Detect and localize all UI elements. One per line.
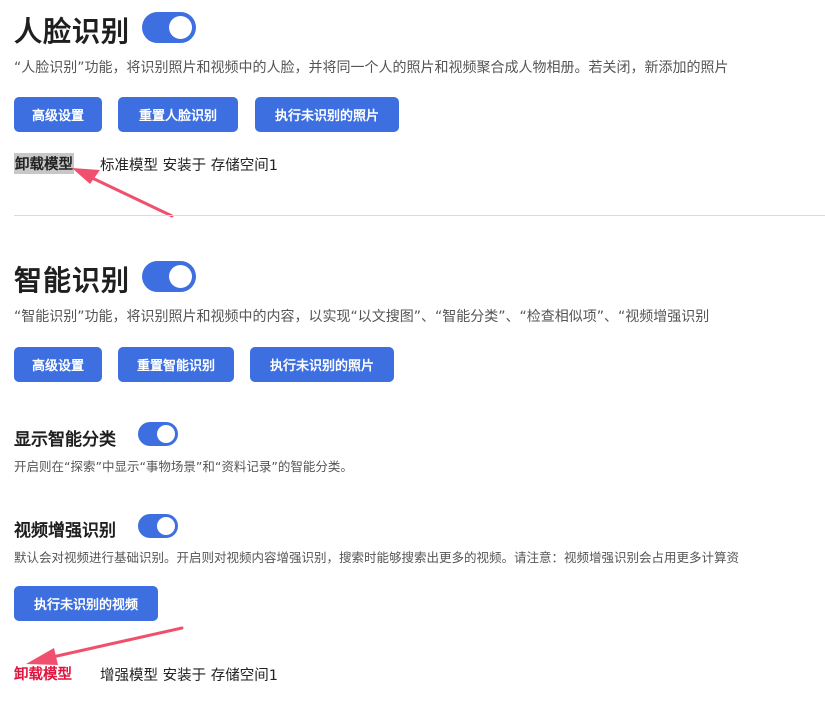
smart-uninstall-model-link[interactable]: 卸载模型 bbox=[14, 663, 72, 684]
video-enhance-description: 默认会对视频进行基础识别。开启则对视频内容增强识别，搜索时能够搜索出更多的视频。… bbox=[14, 550, 740, 565]
toggle-knob bbox=[157, 425, 175, 443]
toggle-knob bbox=[157, 517, 175, 535]
show-smart-category-description: 开启则在“探索”中显示“事物场景”和“资料记录”的智能分类。 bbox=[14, 459, 353, 474]
run-unrecognized-photos-smart-button[interactable]: 执行未识别的照片 bbox=[250, 347, 394, 382]
arrow-to-smart-uninstall bbox=[26, 626, 184, 665]
reset-smart-recognition-button[interactable]: 重置智能识别 bbox=[118, 347, 234, 382]
smart-advanced-settings-button[interactable]: 高级设置 bbox=[14, 347, 102, 382]
show-smart-category-title: 显示智能分类 bbox=[14, 430, 116, 450]
section-divider bbox=[14, 215, 825, 216]
arrow-to-face-uninstall bbox=[72, 168, 174, 218]
smart-recognition-description: “智能识别”功能，将识别照片和视频中的内容，以实现“以文搜图”、“智能分类”、“… bbox=[14, 309, 710, 325]
smart-model-info: 增强模型 安装于 存储空间1 bbox=[100, 668, 278, 684]
smart-recognition-toggle[interactable] bbox=[142, 261, 196, 292]
run-unrecognized-videos-button[interactable]: 执行未识别的视频 bbox=[14, 586, 158, 621]
smart-recognition-title: 智能识别 bbox=[14, 264, 131, 297]
video-enhance-toggle[interactable] bbox=[138, 514, 178, 538]
toggle-knob bbox=[169, 265, 192, 288]
show-smart-category-toggle[interactable] bbox=[138, 422, 178, 446]
video-enhance-title: 视频增强识别 bbox=[14, 521, 116, 541]
